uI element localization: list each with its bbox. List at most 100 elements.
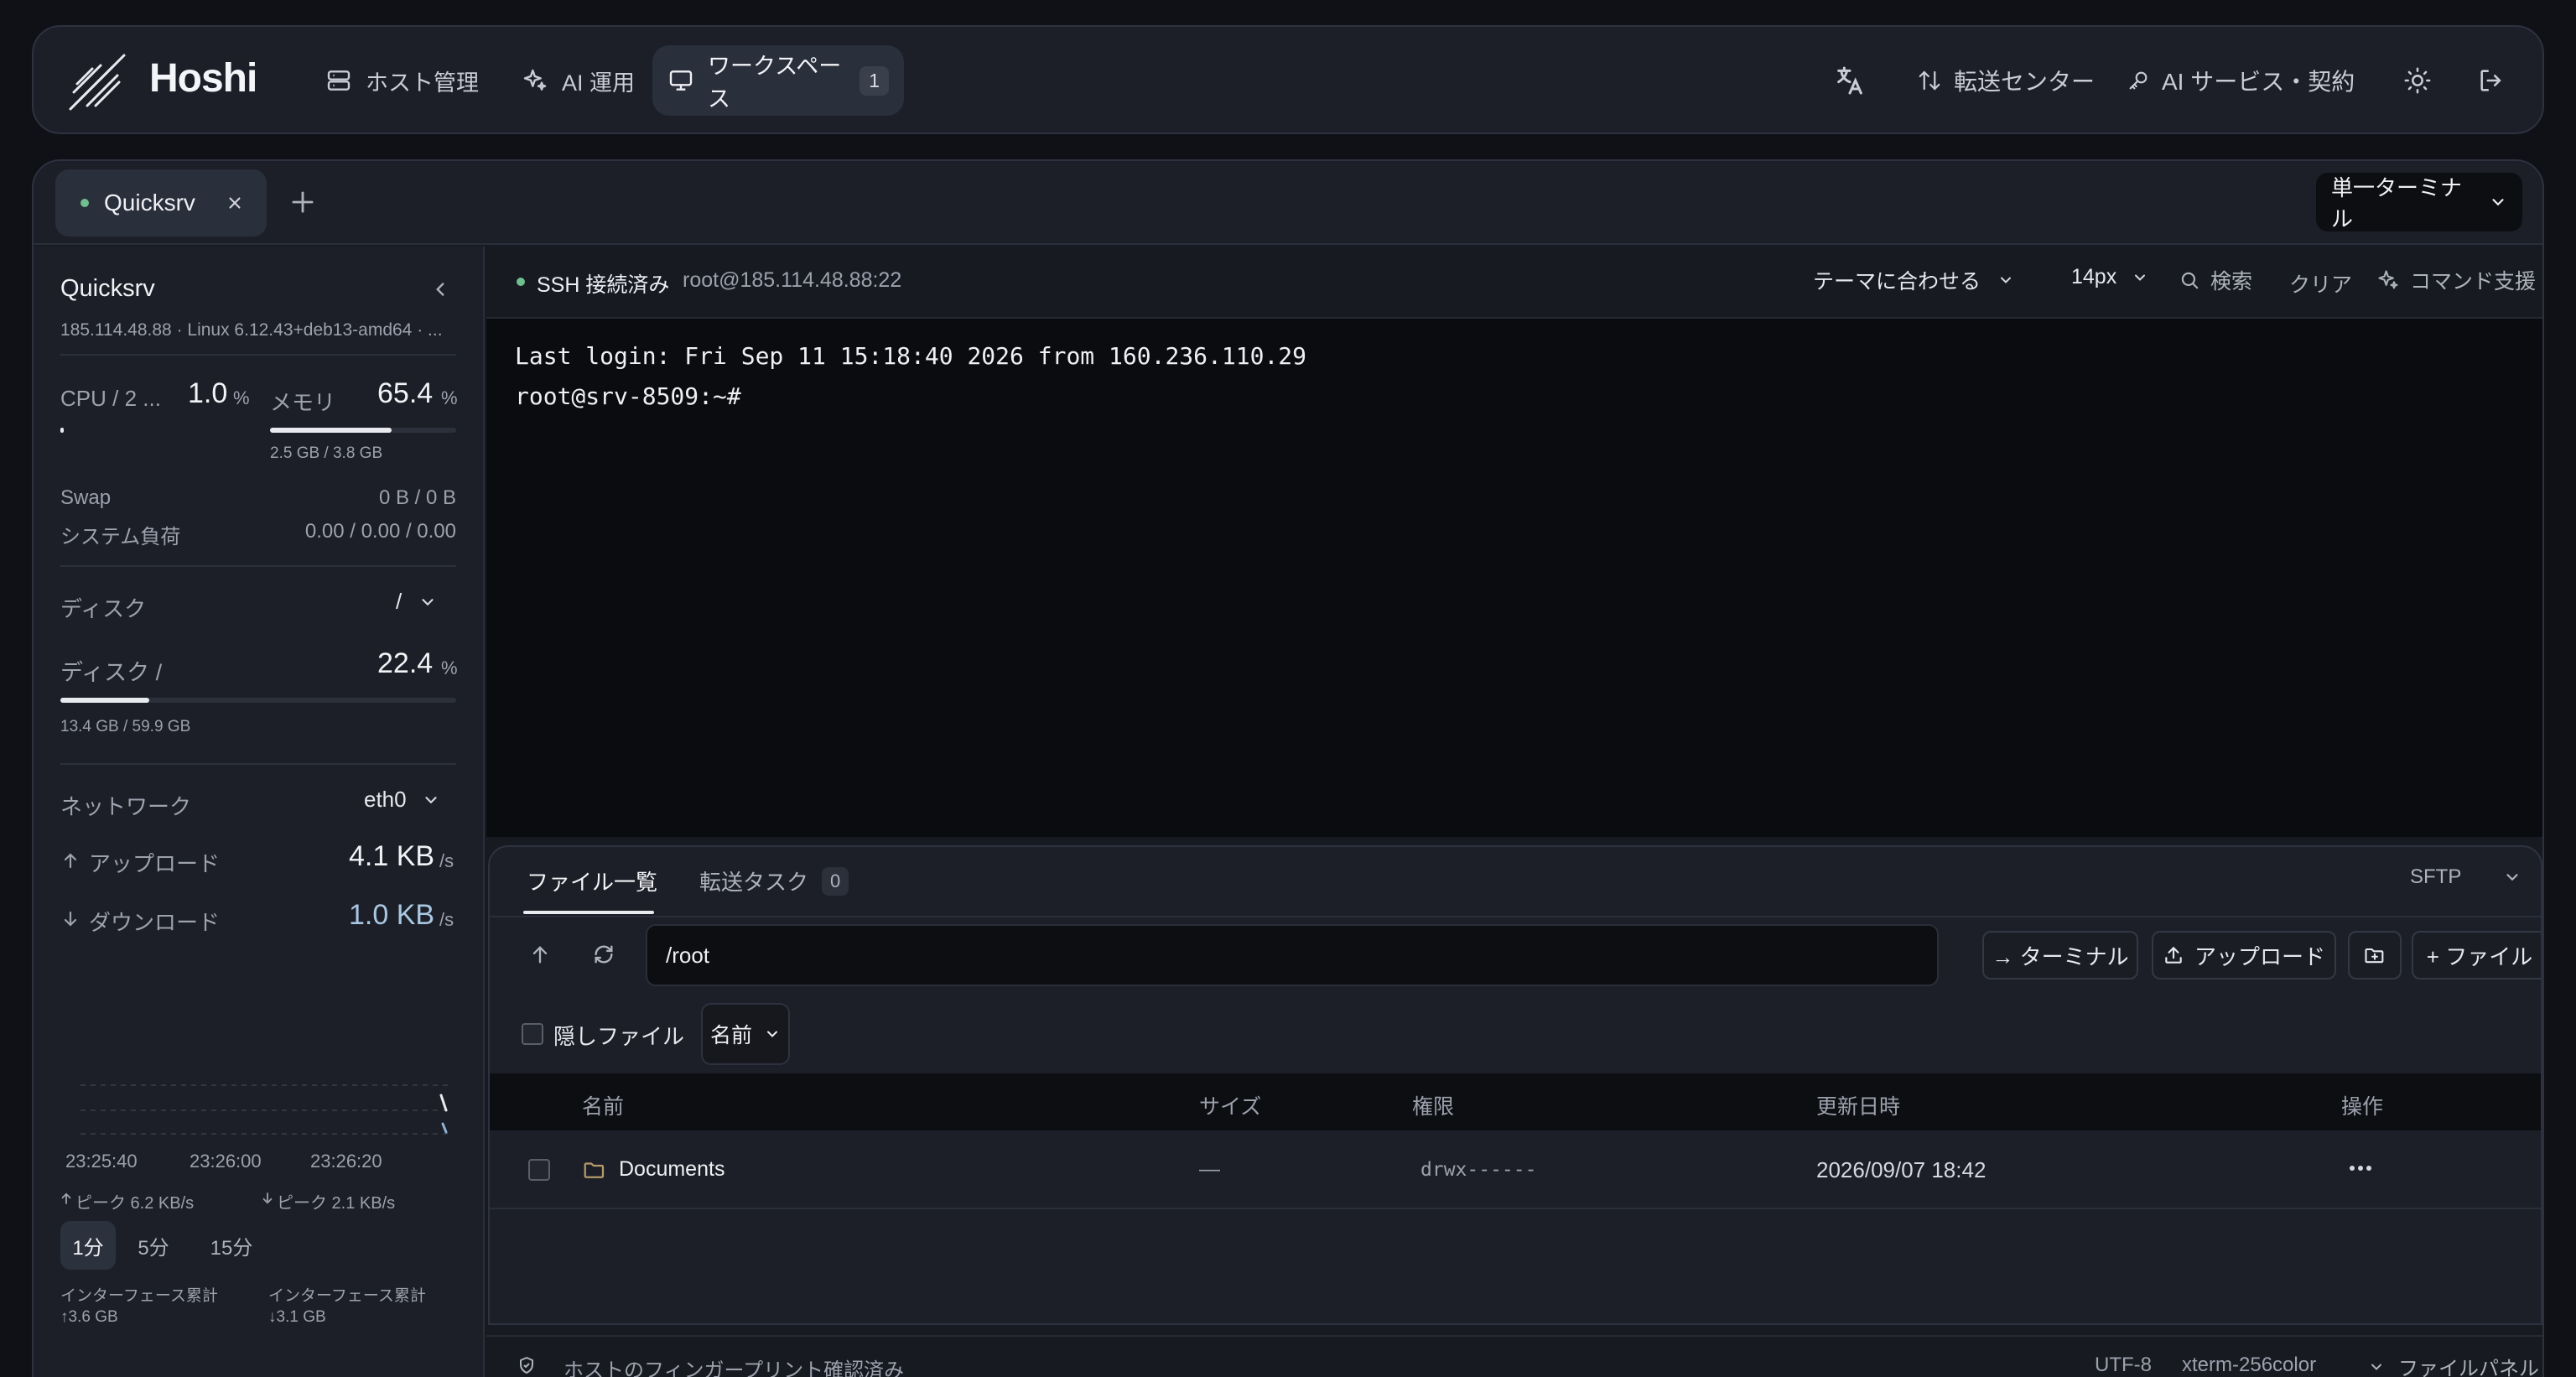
network-interface-select[interactable]: eth0	[364, 787, 440, 813]
show-hidden-checkbox[interactable]	[522, 1023, 543, 1045]
chevron-down-icon	[2503, 868, 2521, 886]
disk-usage-value: 22.4	[377, 647, 434, 679]
file-table-header: 名前 サイズ 権限 更新日時 操作	[490, 1073, 2541, 1130]
peak-download: ピーク 2.1 KB/s	[277, 1194, 396, 1213]
nav-workspace-label: ワークスペース	[708, 54, 842, 112]
logo-icon	[65, 50, 129, 114]
terminal-line: Last login: Fri Sep 11 15:18:40 2026 fro…	[515, 342, 1307, 370]
workspace-tab-label: Quicksrv	[104, 190, 195, 216]
system-load-value: 0.00 / 0.00 / 0.00	[304, 520, 456, 543]
nav-host-management[interactable]: ホスト管理	[310, 45, 494, 116]
file-panel-toggle[interactable]: ファイルパネル	[2368, 1352, 2539, 1377]
logout-button[interactable]	[2477, 45, 2506, 116]
logout-icon	[2477, 66, 2506, 95]
workspace-tab-bar: Quicksrv 単一ターミナル	[34, 161, 2542, 245]
font-size-label: 14px	[2071, 265, 2117, 288]
tab-file-list[interactable]: ファイル一覧	[527, 865, 657, 896]
refresh-icon[interactable]	[592, 943, 615, 966]
nav-ai-operations[interactable]: AI 運用	[506, 45, 650, 116]
protocol-select[interactable]: SFTP	[2410, 865, 2521, 889]
nav-workspace[interactable]: ワークスペース 1	[652, 45, 904, 116]
divider	[60, 565, 456, 567]
row-checkbox[interactable]	[528, 1159, 550, 1181]
download-label: ダウンロード	[89, 910, 221, 935]
terminal-theme-select[interactable]: テーマに合わせる	[1813, 265, 2014, 295]
file-name[interactable]: Documents	[619, 1157, 724, 1182]
file-size: —	[1199, 1157, 1220, 1181]
terminal-search-button[interactable]: 検索	[2179, 265, 2252, 295]
top-navigation-bar: Hoshi ホスト管理 AI 運用 ワークスペース 1 転送センター AI サー…	[32, 25, 2544, 134]
host-name: Quicksrv	[60, 275, 155, 302]
theme-toggle-button[interactable]	[2403, 45, 2432, 116]
memory-percent-unit: %	[441, 387, 458, 408]
folder-icon	[582, 1157, 607, 1182]
search-icon	[2179, 269, 2200, 291]
disk-select[interactable]: /	[396, 589, 437, 615]
command-assist-button[interactable]: コマンド支援	[2376, 265, 2536, 295]
column-modified[interactable]: 更新日時	[1816, 1090, 1900, 1120]
terminal-clear-button[interactable]: クリア	[2289, 268, 2352, 299]
cpu-usage-bar	[60, 428, 64, 433]
server-icon	[325, 67, 352, 94]
terminal-output[interactable]: Last login: Fri Sep 11 15:18:40 2026 fro…	[486, 319, 2542, 837]
memory-detail: 2.5 GB / 3.8 GB	[270, 444, 383, 462]
arrow-up-icon	[60, 850, 80, 870]
new-folder-button[interactable]	[2348, 931, 2402, 979]
divider	[60, 763, 456, 765]
memory-value: 65.4	[377, 377, 434, 409]
transfer-count-badge: 0	[822, 866, 849, 896]
column-permissions[interactable]: 権限	[1412, 1090, 1454, 1120]
disk-detail: 13.4 GB / 59.9 GB	[60, 718, 191, 735]
file-modified: 2026/09/07 18:42	[1816, 1157, 1987, 1182]
new-file-button[interactable]: + ファイル	[2412, 931, 2541, 979]
tab-transfer-tasks[interactable]: 転送タスク 0	[699, 865, 849, 896]
add-tab-icon[interactable]	[287, 186, 319, 218]
sort-select[interactable]: 名前	[701, 1003, 790, 1065]
ai-service-button[interactable]: AI サービス・契約	[2127, 45, 2355, 116]
transfer-center-button[interactable]: 転送センター	[1917, 45, 2095, 116]
chevron-down-icon	[764, 1026, 781, 1042]
sun-icon	[2403, 66, 2432, 95]
language-button[interactable]	[1833, 45, 1867, 116]
network-traffic-graph	[80, 1080, 449, 1141]
swap-value: 0 B / 0 B	[378, 486, 456, 509]
network-section-label: ネットワーク	[60, 794, 192, 819]
more-actions-icon[interactable]	[2346, 1156, 2375, 1181]
range-5min-button[interactable]: 5分	[126, 1221, 181, 1270]
download-rate: 1.0 KB	[349, 899, 435, 931]
encoding-label: UTF-8	[2095, 1354, 2152, 1376]
terminal-type-label: xterm-256color	[2182, 1354, 2317, 1376]
workspace-count-badge: 1	[860, 65, 889, 96]
chevron-down-icon	[2368, 1359, 2385, 1375]
terminal-mode-select[interactable]: 単一ターミナル	[2316, 173, 2522, 231]
chevron-down-icon	[422, 791, 440, 809]
interface-total-download-label: インターフェース累計	[268, 1287, 426, 1305]
collapse-sidebar-icon[interactable]	[429, 278, 451, 300]
upload-button[interactable]: アップロード	[2152, 931, 2336, 979]
upload-button-label: アップロード	[2194, 943, 2325, 969]
close-icon[interactable]	[226, 194, 244, 212]
nav-ai-operations-label: AI 運用	[562, 70, 636, 96]
path-input[interactable]: /root	[646, 924, 1939, 986]
peak-upload: ピーク 6.2 KB/s	[75, 1194, 195, 1213]
network-interface-value: eth0	[364, 787, 407, 812]
upload-rate: 4.1 KB	[349, 840, 435, 872]
upload-rate-unit: /s	[439, 850, 454, 871]
column-size[interactable]: サイズ	[1199, 1090, 1261, 1120]
open-in-terminal-button[interactable]: → ターミナル	[1982, 931, 2138, 979]
table-row[interactable]: Documents — drwx------ 2026/09/07 18:42	[490, 1130, 2541, 1209]
range-1min-button[interactable]: 1分	[60, 1221, 116, 1270]
cpu-value: 1.0	[188, 377, 228, 409]
workspace-tab-quicksrv[interactable]: Quicksrv	[55, 169, 267, 236]
memory-label: メモリ	[270, 390, 336, 415]
font-size-select[interactable]: 14px	[2071, 265, 2148, 289]
column-name[interactable]: 名前	[582, 1090, 624, 1120]
download-rate-unit: /s	[439, 909, 454, 930]
status-bar: ホストのフィンガープリント確認済み UTF-8 xterm-256color フ…	[486, 1335, 2542, 1377]
range-15min-button[interactable]: 15分	[198, 1221, 265, 1270]
interface-total-download-value: ↓3.1 GB	[268, 1308, 326, 1326]
parent-directory-icon[interactable]	[528, 943, 552, 966]
divider	[60, 354, 456, 356]
chevron-down-icon	[2132, 269, 2148, 286]
interface-total-upload-value: ↑3.6 GB	[60, 1308, 118, 1326]
